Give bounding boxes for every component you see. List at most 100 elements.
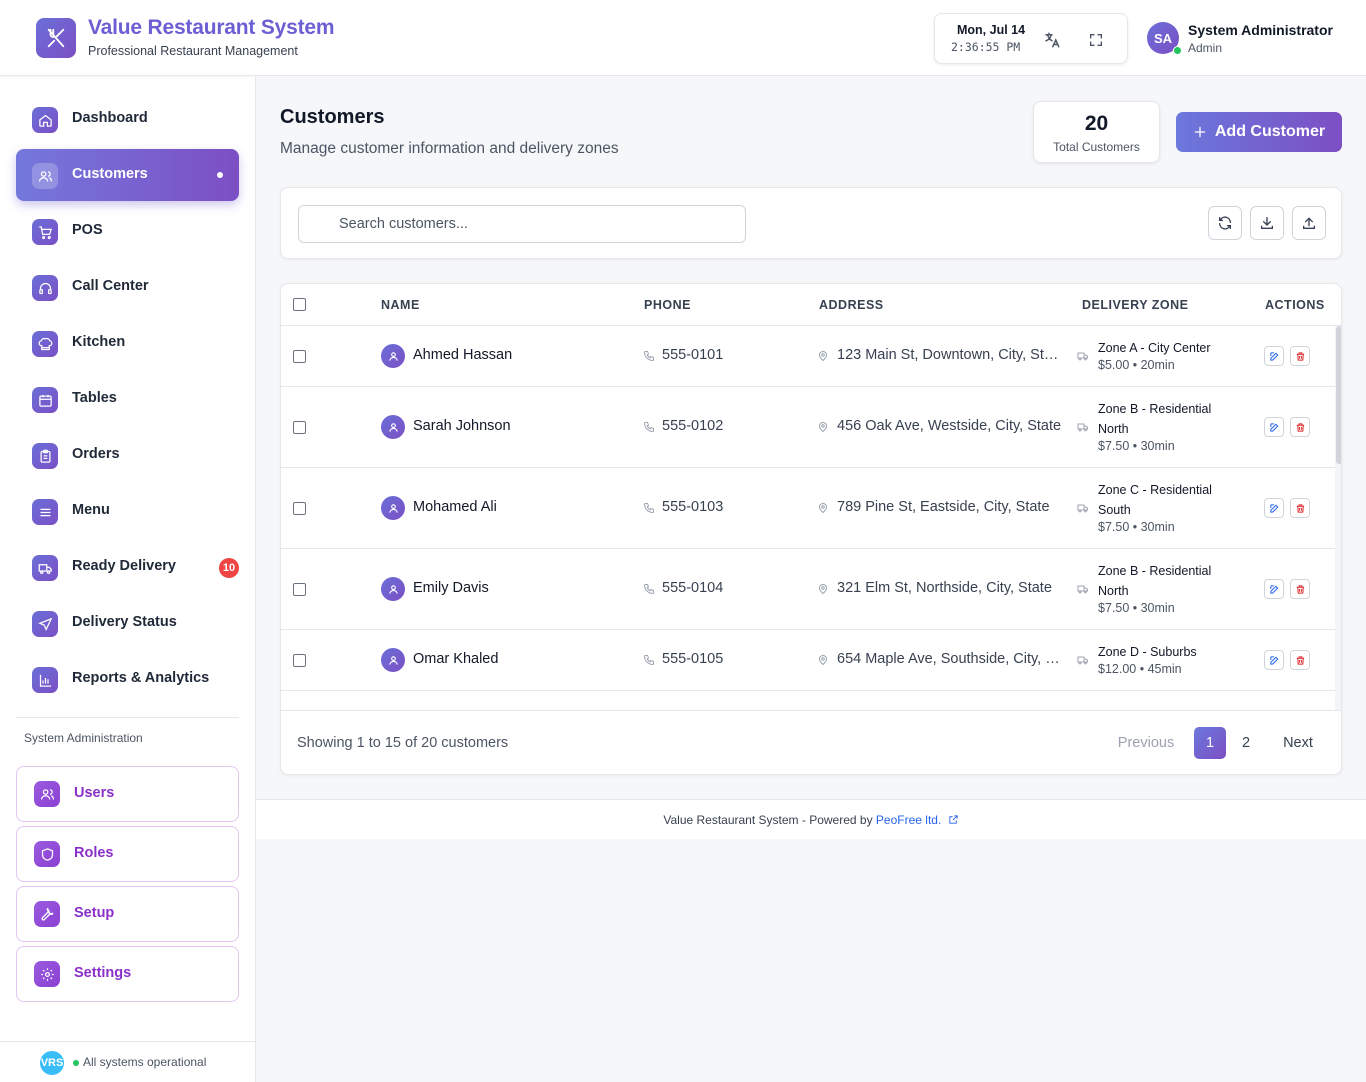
- sidebar-item-label: Customers: [72, 166, 148, 182]
- delivery-zone-meta: $7.50 • 30min: [1098, 520, 1175, 534]
- map-pin-icon: [817, 421, 829, 433]
- column-header-name[interactable]: NAME: [381, 298, 420, 312]
- delivery-zone-meta: $5.00 • 20min: [1098, 358, 1175, 372]
- delivery-time: 30min: [1140, 520, 1175, 534]
- trash-icon: [1296, 584, 1304, 594]
- table-row[interactable]: Emily Davis 555-0104 321 Elm St, Northsi…: [281, 549, 1335, 630]
- table-row[interactable]: Sarah Johnson 555-0102 456 Oak Ave, West…: [281, 387, 1335, 468]
- headset-icon: [32, 275, 58, 301]
- delete-button[interactable]: [1290, 498, 1310, 518]
- sidebar-item-delivery-status[interactable]: Delivery Status: [16, 597, 239, 649]
- sidebar-item-settings[interactable]: Settings: [16, 946, 239, 1002]
- sidebar-divider: [16, 717, 239, 718]
- user-name[interactable]: System Administrator: [1188, 22, 1333, 38]
- select-all-checkbox[interactable]: [293, 298, 306, 311]
- translate-icon[interactable]: [1042, 30, 1062, 50]
- table-scrollbar[interactable]: [1335, 326, 1341, 710]
- delivery-zone-meta: $7.50 • 30min: [1098, 601, 1175, 615]
- download-button[interactable]: [1250, 206, 1284, 240]
- truck-icon: [32, 555, 58, 581]
- sidebar-item-menu[interactable]: Menu: [16, 485, 239, 537]
- sidebar-item-pos[interactable]: POS: [16, 205, 239, 257]
- send-icon: [32, 611, 58, 637]
- sidebar-footer-divider: [0, 1041, 256, 1042]
- customer-phone: 555-0105: [662, 651, 724, 667]
- row-checkbox[interactable]: [293, 421, 306, 434]
- page-1-button[interactable]: 1: [1194, 727, 1226, 759]
- customer-avatar: [381, 344, 405, 368]
- customer-name: Omar Khaled: [413, 651, 499, 667]
- clock-date: Mon, Jul 14: [957, 23, 1026, 37]
- fullscreen-icon[interactable]: [1086, 30, 1106, 50]
- sidebar-item-label: Tables: [72, 390, 117, 406]
- sidebar-item-label: Menu: [72, 502, 110, 518]
- next-page-button[interactable]: Next: [1274, 727, 1322, 759]
- refresh-icon: [1219, 216, 1231, 230]
- sidebar-item-reports[interactable]: Reports & Analytics: [16, 653, 239, 705]
- map-pin-icon: [817, 654, 829, 666]
- row-checkbox[interactable]: [293, 350, 306, 363]
- sidebar-item-call-center[interactable]: Call Center: [16, 261, 239, 313]
- delete-button[interactable]: [1290, 650, 1310, 670]
- delivery-zone-name: Zone C - Residential South: [1098, 483, 1212, 517]
- clock-time: 2:36:55 PM: [951, 40, 1021, 54]
- sidebar-item-ready-delivery[interactable]: Ready Delivery 10: [16, 541, 239, 593]
- user-role: Admin: [1188, 41, 1223, 55]
- user-icon: [388, 503, 398, 513]
- delivery-fee: $7.50: [1098, 520, 1130, 534]
- logo[interactable]: [36, 18, 76, 58]
- upload-button[interactable]: [1292, 206, 1326, 240]
- row-checkbox[interactable]: [293, 654, 306, 667]
- column-header-phone[interactable]: PHONE: [644, 298, 691, 312]
- column-header-address[interactable]: ADDRESS: [819, 298, 884, 312]
- phone-icon: [643, 421, 655, 433]
- wrench-icon: [34, 901, 60, 927]
- sidebar-item-setup[interactable]: Setup: [16, 886, 239, 942]
- delete-button[interactable]: [1290, 346, 1310, 366]
- sidebar-item-customers[interactable]: Customers: [16, 149, 239, 201]
- footer-link[interactable]: PeoFree ltd.: [876, 813, 959, 827]
- sidebar-item-kitchen[interactable]: Kitchen: [16, 317, 239, 369]
- external-link-icon: [949, 815, 958, 824]
- sidebar-item-users[interactable]: Users: [16, 766, 239, 822]
- page-2-button[interactable]: 2: [1230, 727, 1262, 759]
- table-row[interactable]: Mohamed Ali 555-0103 789 Pine St, Eastsi…: [281, 468, 1335, 549]
- user-icon: [388, 655, 398, 665]
- vrs-logo: VRS: [40, 1051, 64, 1075]
- previous-page-button[interactable]: Previous: [1111, 727, 1181, 759]
- table-row[interactable]: Ahmed Hassan 555-0101 123 Main St, Downt…: [281, 326, 1335, 387]
- edit-button[interactable]: [1264, 579, 1284, 599]
- map-pin-icon: [817, 350, 829, 362]
- customers-table: NAME PHONE ADDRESS DELIVERY ZONE ACTIONS…: [280, 283, 1342, 775]
- phone-icon: [643, 654, 655, 666]
- customer-phone: 555-0101: [662, 347, 724, 363]
- table-scroll-thumb[interactable]: [1336, 326, 1341, 464]
- search-input[interactable]: [298, 205, 746, 243]
- sidebar-item-dashboard[interactable]: Dashboard: [16, 93, 239, 145]
- edit-icon: [1269, 422, 1278, 432]
- gear-icon: [34, 961, 60, 987]
- customer-address: 123 Main St, Downtown, City, State: [837, 347, 1063, 363]
- row-checkbox[interactable]: [293, 583, 306, 596]
- add-customer-button[interactable]: Add Customer: [1176, 112, 1342, 152]
- delivery-zone-name: Zone B - Residential North: [1098, 564, 1212, 598]
- table-pagination: Showing 1 to 15 of 20 customers Previous…: [281, 710, 1341, 774]
- refresh-button[interactable]: [1208, 206, 1242, 240]
- sidebar-item-orders[interactable]: Orders: [16, 429, 239, 481]
- sidebar-item-label: Settings: [74, 965, 132, 981]
- sidebar-item-roles[interactable]: Roles: [16, 826, 239, 882]
- edit-button[interactable]: [1264, 650, 1284, 670]
- sidebar-item-tables[interactable]: Tables: [16, 373, 239, 425]
- row-checkbox[interactable]: [293, 502, 306, 515]
- delete-button[interactable]: [1290, 579, 1310, 599]
- edit-button[interactable]: [1264, 417, 1284, 437]
- column-header-delivery-zone[interactable]: DELIVERY ZONE: [1082, 298, 1189, 312]
- delete-button[interactable]: [1290, 417, 1310, 437]
- total-customers-card: 20 Total Customers: [1033, 101, 1160, 163]
- plus-icon: [1194, 126, 1206, 138]
- edit-button[interactable]: [1264, 498, 1284, 518]
- table-row[interactable]: Omar Khaled 555-0105 654 Maple Ave, Sout…: [281, 630, 1335, 691]
- truck-icon: [1077, 421, 1089, 433]
- table-header: NAME PHONE ADDRESS DELIVERY ZONE ACTIONS: [281, 284, 1341, 326]
- edit-button[interactable]: [1264, 346, 1284, 366]
